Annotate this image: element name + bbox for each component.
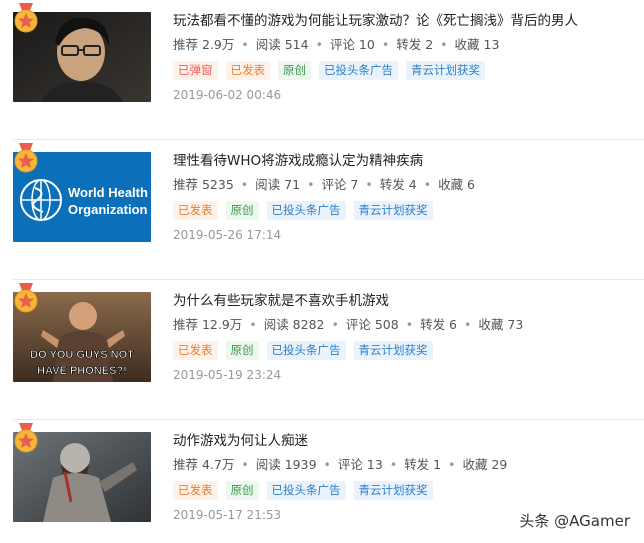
article-title[interactable]: 玩法都看不懂的游戏为何能让玩家激动？论《死亡搁浅》背后的男人	[173, 12, 578, 30]
article-stats: 推荐 4.7万 • 阅读 1939 • 评论 13 • 转发 1 • 收藏 29	[173, 457, 508, 472]
medal-badge-icon	[14, 3, 38, 33]
tag-original: 原创	[278, 61, 311, 80]
tag-published: 已发表	[225, 61, 270, 80]
share-count: 转发 6	[420, 317, 458, 332]
article-title[interactable]: 为什么有些玩家就是不喜欢手机游戏	[173, 292, 389, 310]
comment-count: 评论 10	[329, 37, 375, 52]
thumb-caption-line1: DO YOU GUYS NOT	[30, 349, 134, 361]
read-count: 阅读 8282	[263, 317, 325, 332]
tag-award: 青云计划获奖	[353, 481, 433, 500]
read-count: 阅读 71	[255, 177, 301, 192]
tag-award: 青云计划获奖	[406, 61, 485, 80]
tag-award: 青云计划获奖	[353, 341, 433, 360]
recommend-count: 推荐 2.9万	[173, 37, 235, 52]
tag-original: 原创	[225, 341, 259, 360]
tag-popup: 已弹窗	[173, 61, 218, 80]
article-stats: 推荐 2.9万 • 阅读 514 • 评论 10 • 转发 2 • 收藏 13	[173, 37, 500, 52]
article-item[interactable]: DO YOU GUYS NOT HAVE PHONES?! 为什么有些玩家就是不…	[0, 280, 644, 420]
thumb-text-line1: World Health	[68, 185, 148, 200]
article-item[interactable]: 玩法都看不懂的游戏为何能让玩家激动？论《死亡搁浅》背后的男人 推荐 2.9万 • 阅…	[0, 0, 644, 140]
watermark-text: 头条 @AGamer	[519, 512, 630, 530]
tag-published: 已发表	[173, 341, 218, 360]
recommend-count: 推荐 5235	[173, 177, 234, 192]
tag-original: 原创	[225, 481, 259, 500]
collect-count: 收藏 13	[454, 37, 500, 52]
share-count: 转发 2	[396, 37, 434, 52]
article-title[interactable]: 理性看待WHO将游戏成瘾认定为精神疾病	[173, 152, 423, 170]
article-tags: 已发表 原创 已投头条广告 青云计划获奖	[173, 341, 433, 360]
thumb-caption-line2: HAVE PHONES?!	[37, 365, 127, 377]
share-count: 转发 1	[404, 457, 442, 472]
read-count: 阅读 1939	[255, 457, 317, 472]
collect-count: 收藏 6	[438, 177, 475, 192]
recommend-count: 推荐 4.7万	[173, 457, 235, 472]
article-date: 2019-06-02 00:46	[173, 88, 282, 102]
medal-badge-icon	[14, 423, 38, 453]
medal-badge-icon	[14, 283, 38, 313]
article-item[interactable]: World Health Organization 理性看待WHO将游戏成瘾认定…	[0, 140, 644, 280]
tag-ad: 已投头条广告	[266, 201, 346, 220]
comment-count: 评论 7	[321, 177, 359, 192]
article-date: 2019-05-19 23:24	[173, 368, 282, 382]
article-date: 2019-05-26 17:14	[173, 228, 282, 242]
collect-count: 收藏 73	[478, 317, 524, 332]
tag-ad: 已投头条广告	[266, 481, 346, 500]
article-title[interactable]: 动作游戏为何让人痴迷	[173, 432, 308, 450]
comment-count: 评论 508	[345, 317, 399, 332]
share-count: 转发 4	[379, 177, 417, 192]
tag-original: 原创	[225, 201, 259, 220]
article-date: 2019-05-17 21:53	[173, 508, 282, 522]
thumb-text-line2: Organization	[68, 202, 148, 217]
medal-badge-icon	[14, 143, 38, 173]
tag-ad: 已投头条广告	[319, 61, 398, 80]
tag-published: 已发表	[173, 481, 218, 500]
tag-award: 青云计划获奖	[353, 201, 433, 220]
article-tags: 已发表 原创 已投头条广告 青云计划获奖	[173, 201, 433, 220]
collect-count: 收藏 29	[462, 457, 508, 472]
comment-count: 评论 13	[337, 457, 383, 472]
tag-published: 已发表	[173, 201, 218, 220]
recommend-count: 推荐 12.9万	[173, 317, 243, 332]
watermark: 头条 @AGamer	[519, 510, 630, 531]
read-count: 阅读 514	[255, 37, 309, 52]
article-tags: 已发表 原创 已投头条广告 青云计划获奖	[173, 481, 433, 500]
article-stats: 推荐 12.9万 • 阅读 8282 • 评论 508 • 转发 6 • 收藏 73	[173, 317, 524, 332]
article-tags: 已弹窗 已发表 原创 已投头条广告 青云计划获奖	[173, 61, 485, 80]
tag-ad: 已投头条广告	[266, 341, 346, 360]
article-stats: 推荐 5235 • 阅读 71 • 评论 7 • 转发 4 • 收藏 6	[173, 177, 475, 192]
